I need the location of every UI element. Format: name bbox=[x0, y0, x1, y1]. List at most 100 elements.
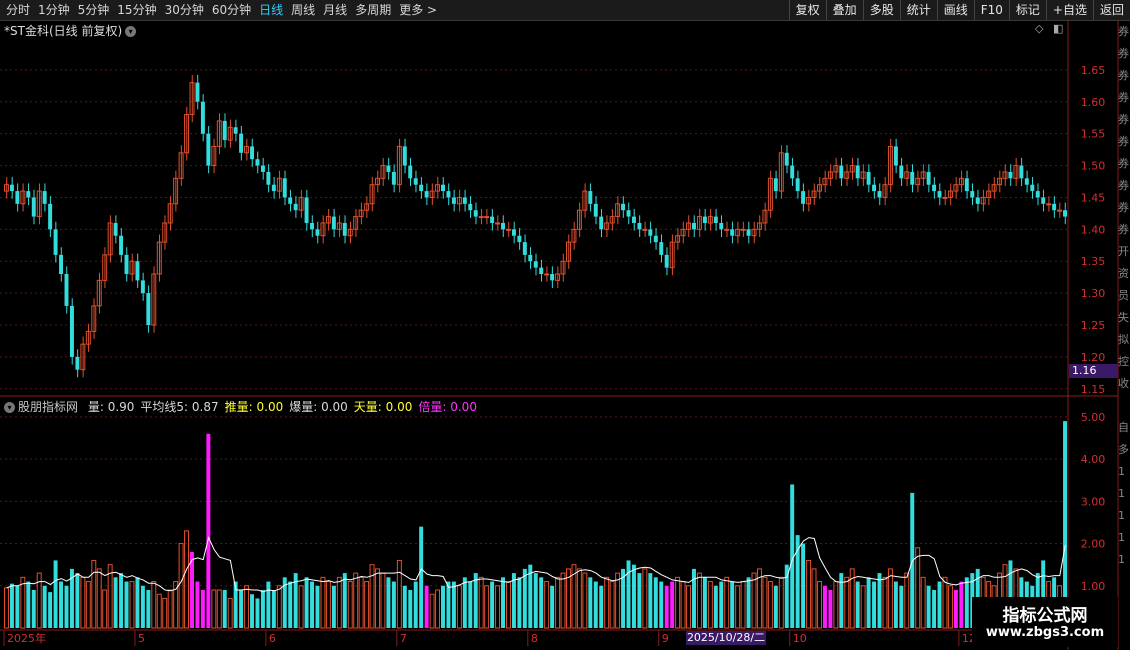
candle-body bbox=[446, 191, 451, 198]
candle-body bbox=[26, 191, 31, 198]
candle-body bbox=[490, 216, 495, 223]
volume-bar bbox=[135, 577, 140, 628]
volume-bar bbox=[184, 530, 190, 629]
volume-bar bbox=[604, 576, 610, 629]
right-strip-char: 券 bbox=[1118, 223, 1129, 236]
volume-bar bbox=[151, 581, 157, 629]
indicator-title[interactable]: ▾ 股朋指标网 量: 0.90 平均线5: 0.87 推量: 0.00 爆量: 0.00… bbox=[4, 398, 481, 415]
volume-bar bbox=[347, 581, 353, 629]
candle-body bbox=[468, 203, 473, 211]
candle-body bbox=[599, 216, 604, 230]
volume-tick-label: 5.00 bbox=[1081, 411, 1106, 424]
candle-body bbox=[724, 228, 730, 231]
candle-body bbox=[773, 178, 778, 192]
volume-bar bbox=[276, 585, 282, 629]
candle-body bbox=[528, 254, 533, 262]
volume-bar bbox=[380, 572, 386, 629]
volume-bar bbox=[713, 585, 718, 628]
candle-body bbox=[550, 274, 555, 281]
price-tick-label: 1.20 bbox=[1081, 351, 1106, 364]
volume-bar bbox=[429, 593, 435, 629]
volume-bar bbox=[882, 576, 888, 629]
candle-body bbox=[1041, 197, 1046, 204]
candle-body bbox=[260, 165, 265, 172]
volume-bar bbox=[200, 590, 205, 628]
candle-body bbox=[266, 171, 271, 185]
candle-body bbox=[408, 165, 413, 179]
candle-body bbox=[1052, 203, 1057, 211]
volume-bar bbox=[195, 581, 200, 628]
volume-bar bbox=[833, 581, 839, 629]
volume-bar bbox=[866, 577, 871, 628]
chevron-down-icon[interactable]: ▾ bbox=[4, 402, 15, 413]
right-strip-char: 自 bbox=[1118, 421, 1129, 434]
right-strip-char: 收 bbox=[1118, 377, 1129, 390]
candle-body bbox=[135, 261, 140, 281]
candle-body bbox=[593, 203, 598, 217]
right-strip-char: 券 bbox=[1118, 135, 1129, 148]
candle-body bbox=[451, 197, 456, 204]
candle-body bbox=[730, 229, 735, 236]
candle-body bbox=[331, 216, 336, 230]
volume-bar bbox=[413, 581, 418, 628]
volume-bar bbox=[162, 597, 168, 629]
volume-bar bbox=[48, 592, 53, 628]
candle-body bbox=[271, 184, 276, 192]
volume-bar bbox=[778, 576, 784, 629]
volume-bar bbox=[4, 587, 9, 629]
volume-tick-label: 4.00 bbox=[1081, 453, 1106, 466]
candle-body bbox=[75, 356, 80, 370]
candle-body bbox=[146, 293, 151, 326]
volume-bar bbox=[484, 585, 490, 629]
candle-body bbox=[462, 197, 467, 204]
volume-tick-label: 1.00 bbox=[1081, 580, 1106, 593]
volume-bar bbox=[887, 568, 893, 629]
candle-body bbox=[1008, 171, 1013, 179]
candle-body bbox=[386, 165, 391, 172]
candle-body bbox=[419, 184, 424, 192]
candle-body bbox=[910, 171, 915, 185]
candle-body bbox=[801, 191, 806, 204]
indicator-name: 股朋指标网 bbox=[18, 400, 79, 414]
volume-bar bbox=[342, 573, 347, 628]
candle-body bbox=[391, 171, 396, 185]
price-tick-label: 1.55 bbox=[1081, 128, 1106, 141]
candle-body bbox=[839, 165, 844, 179]
volume-bar bbox=[626, 560, 631, 628]
volume-bar bbox=[767, 581, 773, 629]
candle-body bbox=[1035, 191, 1040, 198]
candle-body bbox=[1024, 178, 1029, 185]
volume-bar bbox=[124, 581, 129, 628]
volume-bar bbox=[244, 585, 250, 629]
volume-bar bbox=[730, 581, 735, 628]
kline-chart-canvas[interactable]: 1.65 1.60 1.55 1.50 1.45 1.40 1.35 1.30 1.25 1.20… bbox=[0, 0, 1130, 650]
candle-body bbox=[402, 146, 407, 166]
volume-tick-label: 3.00 bbox=[1081, 495, 1106, 508]
volume-bar bbox=[456, 585, 462, 629]
volume-bar bbox=[926, 585, 931, 628]
candle-body bbox=[233, 127, 238, 134]
indicator-field: 推量: 0.00 bbox=[224, 400, 284, 414]
price-tick-label: 1.15 bbox=[1081, 383, 1106, 396]
volume-bar bbox=[664, 585, 669, 628]
volume-bar bbox=[216, 589, 222, 629]
date-tick-label: 2025年 bbox=[7, 631, 46, 645]
volume-bar bbox=[773, 585, 778, 628]
candle-body bbox=[200, 101, 205, 134]
volume-bar bbox=[250, 594, 254, 628]
indicator-fields: 量: 0.90 平均线5: 0.87 推量: 0.00 爆量: 0.00 天量: 0.0… bbox=[84, 400, 479, 414]
candle-body bbox=[899, 165, 904, 179]
right-strip-char: 1 bbox=[1118, 553, 1125, 566]
right-strip-char: 多 bbox=[1118, 443, 1129, 456]
candle-body bbox=[255, 159, 260, 166]
candle-body bbox=[522, 242, 527, 255]
candle-body bbox=[15, 191, 20, 204]
candle-body bbox=[473, 210, 478, 217]
candle-body bbox=[501, 222, 505, 230]
volume-bar bbox=[702, 577, 707, 628]
candle-body bbox=[621, 203, 626, 211]
right-strip-char: 券 bbox=[1118, 179, 1129, 192]
volume-bar bbox=[609, 581, 615, 629]
volume-bar bbox=[173, 581, 179, 629]
candle-body bbox=[495, 222, 501, 225]
